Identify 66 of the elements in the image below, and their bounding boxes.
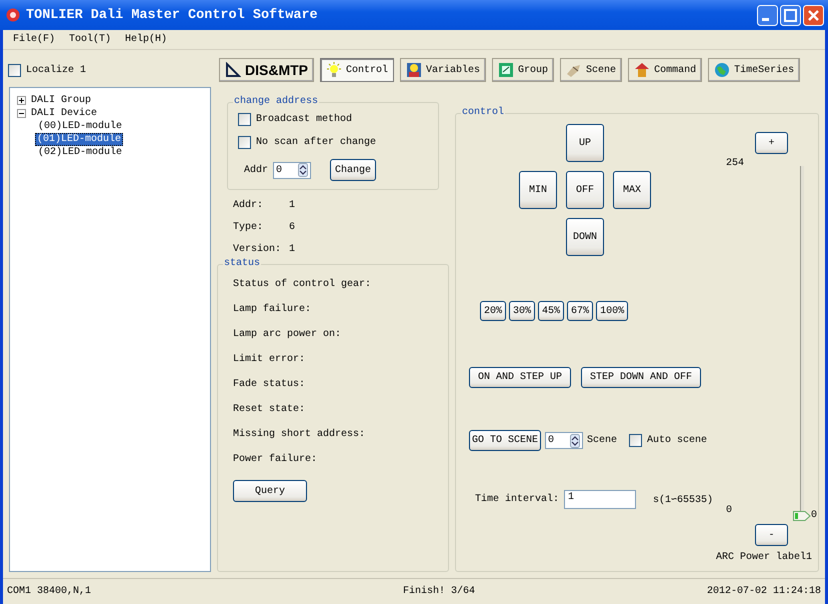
status-label: Reset state:	[233, 404, 306, 416]
status-label: Power failure:	[233, 454, 318, 466]
slider-value: 0	[811, 510, 818, 521]
percent-button[interactable]: 45%	[538, 301, 564, 321]
max-button[interactable]: MAX	[613, 171, 651, 209]
percent-button[interactable]: 30%	[509, 301, 536, 321]
plus-button[interactable]: +	[755, 132, 788, 154]
off-button[interactable]: OFF	[566, 171, 604, 209]
unit-label: s(1∽65535)	[653, 494, 714, 506]
status-text: 2012-07-02 11:24:18	[706, 586, 821, 597]
status-text: Finish! 3/64	[402, 586, 475, 597]
localize-label: Localize 1	[26, 64, 86, 76]
info-value: 6	[289, 222, 296, 233]
percent-button[interactable]: 67%	[567, 301, 594, 321]
tab[interactable]: Group	[492, 58, 554, 82]
interval-label: Time interval:	[475, 494, 560, 505]
window-title: TONLIER Dali Master Control Software	[26, 8, 319, 22]
status-label: Missing short address:	[233, 429, 366, 441]
auto-scene-label: Auto scene	[647, 435, 708, 446]
scene-label: Scene	[587, 435, 618, 446]
down-button[interactable]: DOWN	[566, 218, 604, 256]
group-title: change address	[233, 96, 320, 108]
menu-item[interactable]: File(F)	[13, 34, 56, 45]
change-button[interactable]: Change	[330, 159, 376, 181]
spin-field[interactable]: 0	[545, 432, 584, 449]
tree-item[interactable]: DALI Group	[29, 94, 94, 107]
interval-field[interactable]: 1	[564, 490, 636, 509]
spin-field[interactable]: 0	[273, 162, 312, 178]
info-value: 1	[289, 244, 296, 255]
addr-label: Addr	[244, 164, 268, 176]
tree-item[interactable]: (02)LED-module	[36, 146, 124, 159]
status-label: Status of control gear:	[233, 279, 372, 291]
menu-item[interactable]: Help(H)	[125, 34, 168, 45]
checkbox-label: No scan after change	[256, 137, 376, 148]
info-label: Type:	[233, 222, 264, 233]
status-text: COM1 38400,N,1	[7, 586, 92, 597]
tab[interactable]: Command	[628, 58, 702, 82]
min-button[interactable]: MIN	[519, 171, 557, 209]
info-label: Version:	[233, 244, 282, 255]
menu-item[interactable]: Tool(T)	[69, 34, 112, 45]
status-label: Fade status:	[233, 379, 306, 391]
tab[interactable]: Control	[320, 58, 394, 82]
tree-item[interactable]: DALI Device	[29, 107, 100, 120]
tab[interactable]: Scene	[560, 58, 622, 82]
min-value-label: 0	[726, 505, 734, 516]
tab[interactable]: TimeSeries	[708, 58, 800, 82]
tab[interactable]: DIS&MTP	[219, 58, 314, 82]
step-button[interactable]: ON AND STEP UP	[469, 367, 572, 388]
up-button[interactable]: UP	[566, 124, 604, 162]
go-to-scene-button[interactable]: GO TO SCENE	[469, 430, 542, 451]
info-value: 1	[289, 200, 296, 211]
slider-caption: ARC Power label1	[716, 552, 812, 563]
status-label: Lamp arc power on:	[233, 329, 342, 341]
checkbox-label: Broadcast method	[256, 114, 352, 125]
query-button[interactable]: Query	[233, 480, 307, 502]
percent-button[interactable]: 100%	[596, 301, 628, 321]
minus-button[interactable]: -	[755, 524, 788, 546]
info-label: Addr:	[233, 200, 264, 211]
tab[interactable]: Variables	[400, 58, 486, 82]
max-value-label: 254	[726, 158, 746, 169]
tree-item[interactable]: (00)LED-module	[36, 120, 124, 133]
tree-item[interactable]: (01)LED-module	[35, 133, 124, 146]
percent-button[interactable]: 20%	[480, 301, 506, 321]
status-label: Limit error:	[233, 354, 306, 366]
step-button[interactable]: STEP DOWN AND OFF	[581, 367, 702, 388]
status-label: Lamp failure:	[233, 304, 312, 316]
